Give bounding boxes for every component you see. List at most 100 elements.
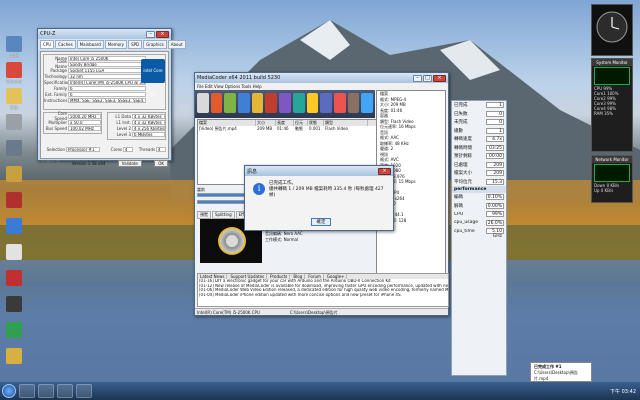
taskbar-chrome-icon[interactable]	[38, 384, 54, 398]
status-path: C:\Users\Desktop\預告片	[289, 310, 338, 315]
selection-dropdown[interactable]: Processor #1	[66, 146, 100, 152]
main-toolbar	[195, 90, 375, 118]
perf-row: cpu_usage 26.0%	[452, 219, 506, 228]
desktop-icon[interactable]: Chrome	[2, 62, 26, 84]
desktop-icon[interactable]	[2, 270, 26, 287]
desktop-icon[interactable]	[2, 218, 26, 235]
info-label: Package	[50, 67, 67, 73]
tab-cpu[interactable]: CPU	[40, 40, 55, 49]
cpuz-body: Name Intel Core i5 2500K Code Name Sandy Br…	[40, 51, 169, 159]
close-button[interactable]: ×	[433, 74, 446, 82]
start-button[interactable]	[2, 384, 16, 398]
preview-tab[interactable]: 預覽	[197, 211, 211, 219]
cpuz-titlebar[interactable]: CPU-Z – ×	[38, 29, 171, 39]
table-cell: 01:46	[277, 126, 289, 131]
toolbar-button[interactable]	[306, 93, 319, 113]
close-button[interactable]: ×	[378, 167, 391, 175]
perf-value: 26.0%	[486, 219, 504, 226]
info-label: Multiplier	[48, 119, 67, 125]
app-icon	[6, 244, 22, 260]
toolbar-button[interactable]	[279, 93, 291, 113]
taskbar-mediacoder-icon[interactable]	[76, 384, 92, 398]
app-icon	[6, 348, 22, 364]
desktop-icon[interactable]	[2, 192, 26, 209]
perf-row: cpu_time 5.10 GHz	[452, 227, 506, 239]
validate-button[interactable]: Validate	[117, 160, 142, 167]
tab-memory[interactable]: Memory	[104, 40, 128, 49]
stat-value: 15.3	[486, 178, 504, 185]
info-row: Multiplier x 50.0	[44, 119, 101, 125]
stat-value: 0	[486, 119, 504, 126]
minimize-button[interactable]: –	[413, 74, 422, 82]
taskbar-clock[interactable]: 下午 03:42	[610, 388, 636, 395]
stat-label: 平均位元	[454, 179, 472, 185]
cores-value: 4	[123, 146, 133, 152]
cpuz-ok-button[interactable]: OK	[154, 160, 168, 167]
maximize-button[interactable]: □	[423, 74, 432, 82]
taskbar-cpuz-icon[interactable]	[57, 384, 73, 398]
tab-graphics[interactable]: Graphics	[143, 40, 167, 49]
preview-tab[interactable]: Splitting	[212, 211, 235, 219]
toolbar-button[interactable]	[238, 93, 250, 113]
app-icon	[6, 36, 22, 52]
minimize-button[interactable]: –	[146, 30, 155, 38]
toolbar-button[interactable]	[320, 93, 332, 113]
stat-row: 已完成 1	[452, 101, 506, 110]
info-label: Technology	[44, 73, 67, 79]
stat-label: 轉碼時間	[454, 145, 472, 151]
toolbar-button[interactable]	[251, 93, 264, 113]
job-status-panel: 已完成 1 已失敗 0 未完成 0 總數 1 轉碼速度 4.7x 轉碼時間 03:25 預計剩餘 00:0…	[451, 100, 507, 376]
tab-caches[interactable]: Caches	[55, 40, 76, 49]
mediacoder-titlebar[interactable]: MediaCoder x64 2011 build 5230 – □ ×	[195, 73, 448, 83]
setting-line[interactable]: 工作模式: Normal	[265, 237, 373, 243]
tab-spd[interactable]: SPD	[128, 40, 143, 49]
toolbar-button[interactable]	[347, 93, 360, 113]
desktop-icon[interactable]	[2, 296, 26, 313]
toolbar-button[interactable]	[265, 93, 278, 113]
stat-value: 03:25	[486, 144, 504, 151]
desktop-icon[interactable]	[2, 114, 26, 131]
toolbar-button[interactable]	[197, 93, 209, 113]
info-row: Level 24 x 256 KBytes	[108, 125, 165, 131]
table-row[interactable]: [Video] 預告片.mp4 209 MB 01:46 動態 0.001 Flash V…	[198, 126, 376, 132]
toolbar-button[interactable]	[224, 93, 237, 113]
gadget-title: System Monitor	[592, 59, 632, 66]
completion-dialog[interactable]: 訊息 × i 已完成工作。 總共轉碼 1 / 209 MB 檔案耗時 335.4…	[244, 165, 394, 231]
taskbar-explorer-icon[interactable]	[19, 384, 35, 398]
close-button[interactable]: ×	[156, 30, 169, 38]
tab-about[interactable]: About	[167, 40, 186, 49]
desktop-icon[interactable]	[2, 140, 26, 157]
stat-value: 1	[486, 127, 504, 134]
tab-mainboard[interactable]: Mainboard	[76, 40, 104, 49]
desktop-icon[interactable]: 文件	[2, 88, 26, 110]
desktop-icon[interactable]: 電腦	[2, 36, 26, 58]
perf-label: cpu_time	[454, 228, 475, 234]
cpuz-window[interactable]: CPU-Z – × CPU Caches Mainboard Memory SPD Gra…	[37, 28, 186, 167]
cpuz-footer: CPU-Z Version 1.58.x64 Validate OK	[38, 160, 171, 167]
dialog-ok-button[interactable]: 確定	[311, 218, 331, 226]
toolbar-button[interactable]	[361, 93, 373, 113]
stat-value: 209	[486, 161, 504, 168]
info-value: 4 x 32 KBytes	[132, 113, 165, 119]
stat-value: 209	[486, 170, 504, 177]
toolbar-button[interactable]	[292, 93, 305, 113]
dialog-title: 訊息	[247, 168, 258, 175]
gadget-line: Up 0 KB/s	[594, 188, 614, 193]
desktop-icon[interactable]	[2, 322, 26, 339]
perf-row: 解碼 0.00%	[452, 202, 506, 211]
toolbar-button[interactable]	[210, 93, 223, 113]
performance-heading: performance	[452, 186, 506, 193]
menu-bar[interactable]: File Edit View Options Tools Help	[195, 83, 448, 90]
notification-toast[interactable]: 已完成工作 #1 C:\Users\Desktop\預告片.mp4	[530, 362, 592, 382]
desktop-icon[interactable]	[2, 244, 26, 261]
desktop-icon[interactable]	[2, 348, 26, 365]
stat-row: 已處理 209	[452, 161, 506, 170]
gadget-line: RAM 35%	[594, 111, 613, 116]
toolbar-button[interactable]	[333, 93, 346, 113]
dialog-titlebar[interactable]: 訊息 ×	[245, 166, 393, 176]
news-item[interactable]: [01-04] MediaCoder iPhone edition update…	[198, 293, 448, 298]
info-row: Level 36 MBytes	[108, 131, 165, 137]
threads-value: 4	[156, 146, 166, 152]
info-value: 4 x 256 KBytes	[132, 125, 165, 131]
desktop-icon[interactable]	[2, 166, 26, 183]
